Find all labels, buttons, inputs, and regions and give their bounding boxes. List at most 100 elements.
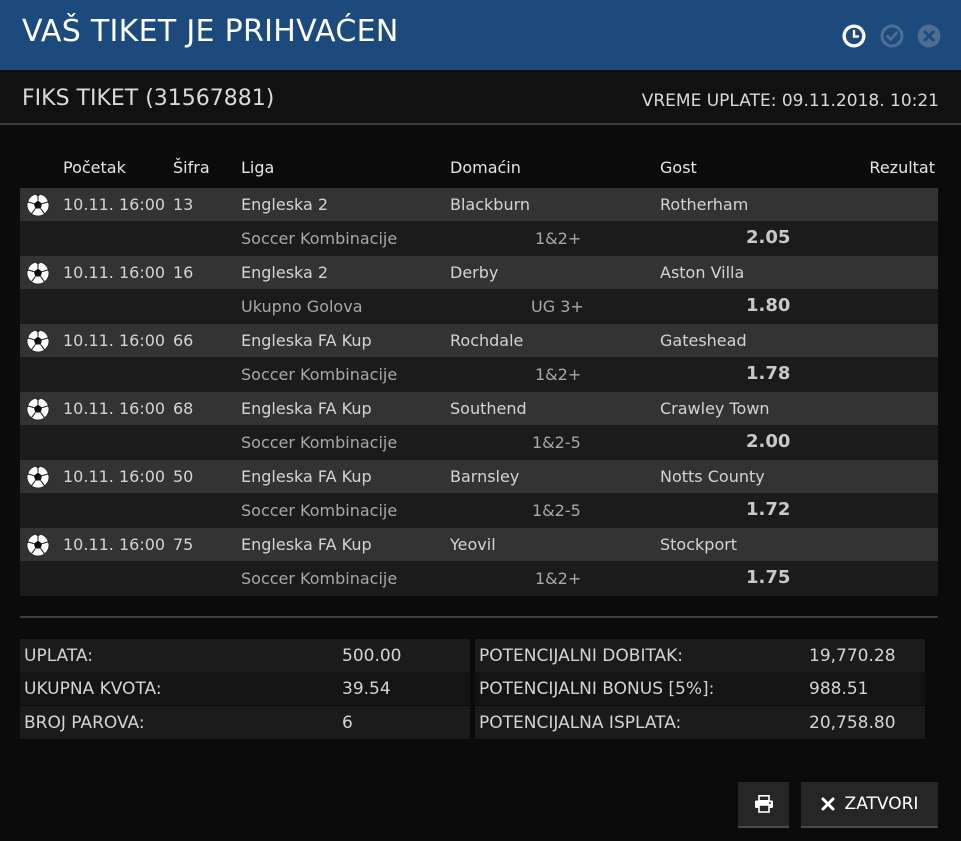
header-home: Domaćin	[450, 158, 521, 177]
bet-tip: 1&2+	[535, 569, 582, 588]
bet-tip: UG 3+	[531, 297, 584, 316]
bet-tip: 1&2-5	[532, 501, 581, 520]
table-row: 10.11. 16:00 16 Engleska 2 Derby Aston V…	[20, 256, 938, 324]
match-league: Engleska FA Kup	[241, 535, 372, 554]
match-code: 50	[173, 467, 194, 486]
header-start: Početak	[63, 158, 126, 177]
bet-type: Soccer Kombinacije	[241, 569, 398, 588]
match-code: 75	[173, 535, 194, 554]
check-circle-icon[interactable]	[879, 23, 905, 49]
match-home: Blackburn	[450, 195, 531, 214]
table-header: Početak Šifra Liga Domaćin Gost Rezultat	[20, 150, 938, 188]
summary-row-payment: UPLATA: 500.00	[20, 639, 470, 672]
summary-label: POTENCIJALNA ISPLATA:	[479, 713, 682, 733]
match-league: Engleska FA Kup	[241, 467, 372, 486]
bet-tip: 1&2+	[535, 365, 582, 384]
summary-label: UPLATA:	[24, 646, 93, 666]
bet-odd: 1.80	[746, 295, 791, 316]
match-away: Notts County	[660, 467, 765, 486]
table-row: 10.11. 16:00 66 Engleska FA Kup Rochdale…	[20, 324, 938, 392]
match-code: 66	[173, 331, 194, 350]
soccer-ball-icon	[26, 465, 50, 489]
close-button[interactable]: ZATVORI	[801, 782, 938, 828]
bet-type: Soccer Kombinacije	[241, 501, 398, 520]
table-row: 10.11. 16:00 13 Engleska 2 Blackburn Rot…	[20, 188, 938, 256]
bet-odd: 1.78	[746, 363, 791, 384]
summary-label: POTENCIJALNI BONUS [5%]:	[479, 679, 715, 699]
match-away: Rotherham	[660, 195, 749, 214]
match-away: Aston Villa	[660, 263, 745, 282]
match-away: Gateshead	[660, 331, 747, 350]
bet-odd: 1.72	[746, 499, 791, 520]
table-row: 10.11. 16:00 50 Engleska FA Kup Barnsley…	[20, 460, 938, 528]
close-button-label: ZATVORI	[844, 794, 919, 814]
ticket-table: Početak Šifra Liga Domaćin Gost Rezultat…	[20, 150, 938, 596]
summary-row-potential-win: POTENCIJALNI DOBITAK: 19,770.28	[475, 639, 925, 672]
header-away: Gost	[660, 158, 697, 177]
summary-value: 988.51	[809, 679, 869, 699]
payment-time-label: VREME UPLATE:	[641, 91, 777, 111]
bet-odd: 1.75	[746, 567, 791, 588]
ticket-title: FIKS TIKET (31567881)	[22, 86, 275, 111]
match-start: 10.11. 16:00	[63, 331, 166, 350]
dialog-header: VAŠ TIKET JE PRIHVAĆEN	[0, 0, 961, 70]
match-start: 10.11. 16:00	[63, 195, 166, 214]
bet-odd: 2.05	[746, 227, 791, 248]
header-league: Liga	[241, 158, 275, 177]
match-start: 10.11. 16:00	[63, 263, 166, 282]
clock-icon[interactable]	[841, 23, 867, 49]
payment-time: VREME UPLATE: 09.11.2018. 10:21	[642, 91, 939, 111]
match-code: 68	[173, 399, 194, 418]
summary-row-potential-payout: POTENCIJALNA ISPLATA: 20,758.80	[475, 706, 925, 739]
soccer-ball-icon	[26, 261, 50, 285]
summary-label: BROJ PAROVA:	[24, 713, 145, 733]
close-circle-icon[interactable]	[916, 23, 942, 49]
summary-label: POTENCIJALNI DOBITAK:	[479, 646, 684, 666]
soccer-ball-icon	[26, 397, 50, 421]
match-start: 10.11. 16:00	[63, 535, 166, 554]
match-home: Yeovil	[450, 535, 496, 554]
payment-time-value: 09.11.2018. 10:21	[781, 91, 939, 111]
match-league: Engleska 2	[241, 195, 329, 214]
soccer-ball-icon	[26, 533, 50, 557]
match-code: 13	[173, 195, 194, 214]
printer-icon	[754, 795, 774, 813]
bet-type: Soccer Kombinacije	[241, 229, 398, 248]
divider	[20, 616, 938, 618]
match-away: Crawley Town	[660, 399, 770, 418]
match-start: 10.11. 16:00	[63, 399, 166, 418]
summary-value: 500.00	[342, 646, 402, 666]
summary-label: UKUPNA KVOTA:	[24, 679, 162, 699]
header-result: Rezultat	[869, 158, 935, 177]
table-row: 10.11. 16:00 75 Engleska FA Kup Yeovil S…	[20, 528, 938, 596]
summary-value: 6	[342, 713, 353, 733]
match-home: Rochdale	[450, 331, 524, 350]
match-home: Barnsley	[450, 467, 520, 486]
header-code: Šifra	[173, 158, 210, 177]
bet-tip: 1&2+	[535, 229, 582, 248]
print-button[interactable]	[738, 782, 789, 828]
bet-odd: 2.00	[746, 431, 791, 452]
match-league: Engleska 2	[241, 263, 329, 282]
summary-row-pair-count: BROJ PAROVA: 6	[20, 706, 470, 739]
match-league: Engleska FA Kup	[241, 331, 372, 350]
summary-value: 19,770.28	[809, 646, 896, 666]
summary-row-potential-bonus: POTENCIJALNI BONUS [5%]: 988.51	[475, 672, 925, 705]
match-start: 10.11. 16:00	[63, 467, 166, 486]
x-icon	[821, 797, 835, 811]
match-home: Derby	[450, 263, 499, 282]
soccer-ball-icon	[26, 193, 50, 217]
summary-value: 20,758.80	[809, 713, 896, 733]
bet-tip: 1&2-5	[532, 433, 581, 452]
summary-value: 39.54	[342, 679, 391, 699]
ticket-info-bar: FIKS TIKET (31567881) VREME UPLATE: 09.1…	[0, 70, 961, 125]
bet-type: Soccer Kombinacije	[241, 433, 398, 452]
dialog-title: VAŠ TIKET JE PRIHVAĆEN	[22, 14, 399, 49]
summary-row-total-odds: UKUPNA KVOTA: 39.54	[20, 672, 470, 705]
soccer-ball-icon	[26, 329, 50, 353]
match-league: Engleska FA Kup	[241, 399, 372, 418]
match-code: 16	[173, 263, 194, 282]
bet-type: Soccer Kombinacije	[241, 365, 398, 384]
match-home: Southend	[450, 399, 527, 418]
table-row: 10.11. 16:00 68 Engleska FA Kup Southend…	[20, 392, 938, 460]
